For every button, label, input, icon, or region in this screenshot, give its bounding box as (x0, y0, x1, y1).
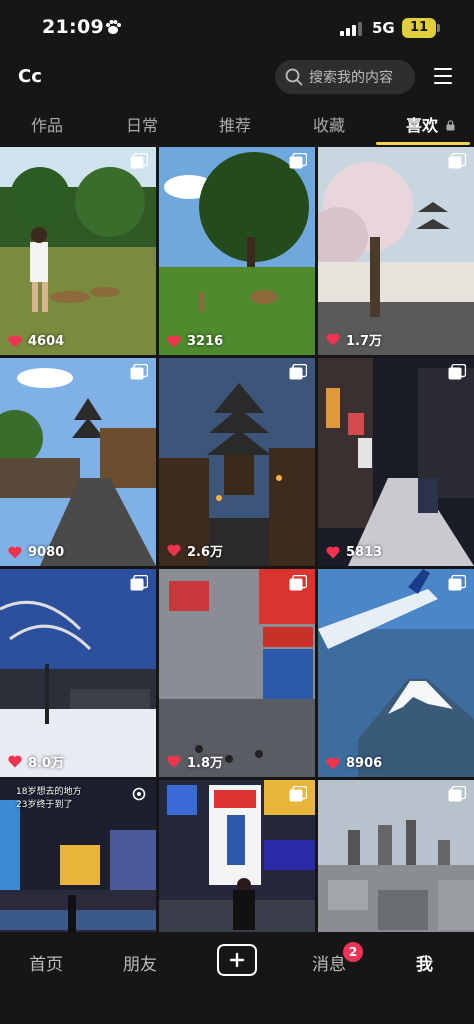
nav-messages[interactable]: 消息 (312, 950, 346, 975)
caption-line-2: 23岁终于到了 (16, 800, 73, 810)
multi-image-icon (448, 364, 466, 380)
heart-icon (326, 333, 340, 346)
search-icon (285, 68, 303, 86)
unread-badge: 2 (343, 942, 363, 962)
nav-home[interactable]: 首页 (29, 950, 63, 975)
multi-image-icon (289, 153, 307, 169)
video-caption: 18岁想去的地方 23岁终于到了 (16, 786, 81, 812)
bottom-nav: 首页 朋友 消息 2 我 (0, 932, 474, 1024)
thumbnail-cherry-blossom-pagoda (318, 147, 474, 355)
thumbnail-kyoto-street-pagoda (0, 358, 156, 566)
like-count-text: 8906 (346, 756, 383, 771)
video-tile[interactable]: 1.7万 (318, 147, 474, 355)
multi-image-icon (130, 153, 148, 169)
video-tile[interactable]: 8906 (318, 569, 474, 777)
heart-icon (326, 757, 340, 770)
status-bar: 21:09 5G 11 (0, 0, 474, 56)
video-tile[interactable]: 9080 (0, 358, 156, 566)
heart-icon (8, 755, 22, 768)
multi-image-icon (289, 575, 307, 591)
signal-icon (340, 22, 362, 36)
video-tile[interactable] (318, 780, 474, 932)
lock-icon (446, 120, 455, 131)
like-count: 2.6万 (167, 541, 223, 560)
thumbnail-glico-sign-person (159, 780, 315, 932)
status-time: 21:09 (42, 16, 104, 38)
video-tile[interactable]: 1.8万 (159, 569, 315, 777)
tab-recommend[interactable]: 推荐 (219, 112, 251, 136)
like-count: 1.7万 (326, 330, 382, 349)
thumbnail-yasaka-pagoda-dusk (159, 358, 315, 566)
thumbnail-mt-fuji-plane-wing (318, 569, 474, 777)
like-count-text: 9080 (28, 545, 65, 560)
multi-image-icon (130, 575, 148, 591)
heart-icon (326, 546, 340, 559)
menu-icon[interactable] (434, 68, 452, 84)
like-count-text: 8.0万 (28, 756, 65, 771)
thumbnail-tokyo-skyline (318, 780, 474, 932)
paw-icon (106, 20, 121, 34)
heart-icon (8, 335, 22, 348)
multi-image-icon (289, 786, 307, 802)
search-placeholder: 搜索我的内容 (309, 70, 393, 86)
network-type: 5G (372, 19, 395, 37)
like-count: 3216 (167, 334, 223, 349)
thumbnail-snowy-night-street (318, 358, 474, 566)
like-count: 8906 (326, 756, 382, 771)
like-count-text: 1.7万 (346, 334, 383, 349)
account-name: Cc (18, 66, 42, 87)
video-tile[interactable]: 8.0万 (0, 569, 156, 777)
caption-line-1: 18岁想去的地方 (16, 787, 82, 797)
multi-image-icon (448, 153, 466, 169)
thumbnail-snowy-park (0, 569, 156, 777)
video-tile[interactable]: 18岁想去的地方 23岁终于到了 (0, 780, 156, 932)
battery-icon: 11 (402, 18, 440, 38)
like-count: 8.0万 (8, 752, 64, 771)
active-tab-indicator (376, 142, 470, 145)
tab-likes[interactable]: 喜欢 (406, 112, 455, 136)
like-count-text: 5813 (346, 545, 383, 560)
video-tile[interactable]: 3216 (159, 147, 315, 355)
plus-icon (229, 952, 245, 968)
thumbnail-park-deer-person (0, 147, 156, 355)
tab-favorites[interactable]: 收藏 (313, 112, 345, 136)
thumbnail-snowy-billboards (159, 569, 315, 777)
liked-videos-grid: 4604 3216 1.7万 9080 2.6万 5813 8.0万 1.8万 … (0, 147, 474, 932)
multi-image-icon (130, 364, 148, 380)
thumbnail-park-deer-tree (159, 147, 315, 355)
search-bar[interactable]: 搜索我的内容 (275, 60, 415, 94)
nav-friends[interactable]: 朋友 (123, 950, 157, 975)
like-count-text: 4604 (28, 334, 65, 349)
multi-image-icon (448, 786, 466, 802)
create-button[interactable] (217, 944, 257, 976)
multi-image-icon (289, 364, 307, 380)
video-tile[interactable]: 4604 (0, 147, 156, 355)
top-bar: Cc 搜索我的内容 (0, 56, 474, 100)
like-count: 5813 (326, 545, 382, 560)
tab-daily[interactable]: 日常 (126, 112, 158, 136)
tab-likes-label: 喜欢 (406, 116, 439, 135)
like-count: 4604 (8, 334, 64, 349)
like-count-text: 3216 (187, 334, 224, 349)
tab-works[interactable]: 作品 (31, 112, 63, 136)
profile-tabs: 作品 日常 推荐 收藏 喜欢 (0, 100, 474, 146)
gear-icon (132, 787, 146, 801)
like-count: 9080 (8, 545, 64, 560)
heart-icon (167, 335, 181, 348)
video-tile[interactable] (159, 780, 315, 932)
video-tile[interactable]: 5813 (318, 358, 474, 566)
multi-image-icon (448, 575, 466, 591)
like-count-text: 1.8万 (187, 756, 224, 771)
nav-me[interactable]: 我 (416, 950, 433, 975)
heart-icon (8, 546, 22, 559)
like-count-text: 2.6万 (187, 545, 224, 560)
like-count: 1.8万 (167, 752, 223, 771)
heart-icon (167, 755, 181, 768)
video-tile[interactable]: 2.6万 (159, 358, 315, 566)
heart-icon (167, 544, 181, 557)
